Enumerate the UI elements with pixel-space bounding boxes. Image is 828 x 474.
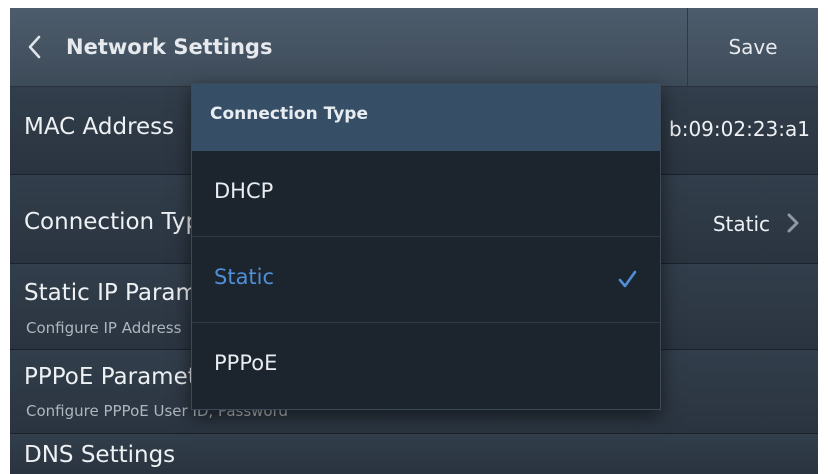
option-label: Static — [214, 265, 275, 289]
option-label: PPPoE — [214, 351, 278, 375]
save-button[interactable]: Save — [688, 8, 818, 86]
dropdown-header: Connection Type — [192, 84, 660, 151]
connection-type-dropdown: Connection Type DHCP Static PPPoE — [191, 83, 661, 410]
option-label: DHCP — [214, 179, 274, 203]
chevron-right-icon — [787, 213, 799, 233]
option-pppoe[interactable]: PPPoE — [192, 323, 660, 409]
network-settings-screen: Network Settings Save MAC Address b:09:0… — [10, 8, 818, 474]
dns-settings-label: DNS Settings — [24, 442, 176, 468]
option-static[interactable]: Static — [192, 237, 660, 323]
connection-type-label: Connection Type — [24, 209, 215, 235]
check-icon — [618, 270, 637, 288]
static-ip-subtitle: Configure IP Address — [26, 319, 182, 337]
connection-type-value: Static — [712, 212, 770, 236]
page-title: Network Settings — [66, 35, 273, 59]
mac-address-label: MAC Address — [24, 114, 175, 140]
dropdown-title: Connection Type — [210, 104, 368, 124]
dns-settings-row[interactable]: DNS Settings — [10, 434, 818, 474]
header-bar: Network Settings Save — [10, 8, 818, 87]
mac-address-value: b:09:02:23:a1 — [669, 117, 810, 141]
option-dhcp[interactable]: DHCP — [192, 151, 660, 237]
chevron-left-icon[interactable] — [26, 34, 44, 60]
